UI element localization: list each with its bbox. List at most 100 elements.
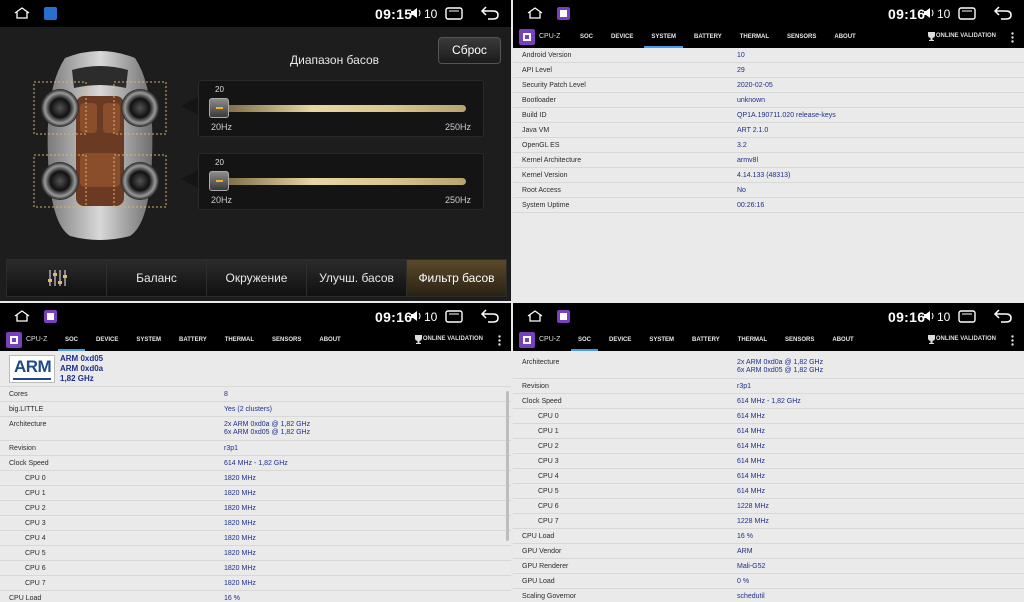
home-icon[interactable]	[527, 310, 543, 322]
info-row: GPU Renderer Mali-G52	[513, 559, 1024, 574]
tab-soc[interactable]: SOC	[569, 330, 600, 351]
soc-info-list: Architecture 2x ARM 0xd0a @ 1,82 GHz 6x A…	[513, 351, 1024, 602]
cpuz-soc-screen: 09:16 10 CPU-Z SOC DEVICE SYSTEM BATTERY…	[0, 303, 511, 602]
tab-surround[interactable]: Окружение	[207, 260, 307, 296]
info-row: System Uptime 00:26:16	[513, 198, 1024, 213]
info-key: big.LITTLE	[9, 406, 44, 413]
info-value: 614 MHz	[737, 443, 766, 450]
info-row: Cores 8	[0, 387, 511, 402]
overflow-menu-icon[interactable]	[1011, 335, 1014, 346]
info-value: 29	[737, 67, 745, 74]
tab-sensors[interactable]: SENSORS	[776, 330, 823, 351]
recent-apps-icon[interactable]	[958, 310, 976, 323]
home-icon[interactable]	[14, 7, 30, 19]
volume-level: 10	[937, 7, 951, 21]
cpuz-header: CPU-Z SOC DEVICE SYSTEM BATTERY THERMAL …	[0, 330, 511, 351]
info-value: 1228 MHz	[737, 503, 769, 510]
home-icon[interactable]	[527, 7, 543, 19]
tab-balance[interactable]: Баланс	[107, 260, 207, 296]
info-key: CPU 4	[25, 535, 46, 542]
tab-system[interactable]: SYSTEM	[127, 330, 170, 351]
tab-system[interactable]: SYSTEM	[640, 330, 683, 351]
tab-thermal[interactable]: THERMAL	[729, 330, 776, 351]
tab-about[interactable]: ABOUT	[823, 330, 862, 351]
cpuz-logo-icon	[519, 29, 535, 45]
trophy-icon	[928, 335, 935, 344]
back-icon[interactable]	[993, 308, 1013, 324]
online-validation-button[interactable]: ONLINE VALIDATION	[936, 33, 996, 39]
status-bar: 09:16 10	[0, 303, 511, 330]
slider-track[interactable]	[211, 105, 466, 112]
info-key: GPU Vendor	[522, 548, 562, 555]
info-value: r3p1	[224, 445, 239, 452]
home-icon[interactable]	[14, 310, 30, 322]
info-key: System Uptime	[522, 202, 570, 209]
online-validation-button[interactable]: ONLINE VALIDATION	[423, 336, 483, 342]
back-icon[interactable]	[480, 5, 500, 21]
overflow-menu-icon[interactable]	[1011, 32, 1014, 43]
scrollbar[interactable]	[506, 391, 509, 541]
tab-battery[interactable]: BATTERY	[683, 330, 729, 351]
info-row: Clock Speed 614 MHz - 1,82 GHz	[513, 394, 1024, 409]
recent-apps-icon[interactable]	[445, 310, 463, 323]
info-value: 1820 MHz	[224, 475, 256, 482]
reset-button[interactable]: Сброс	[438, 37, 501, 64]
slider-value: 20	[215, 85, 224, 94]
info-value: 1820 MHz	[224, 520, 256, 527]
slider-min-label: 20Hz	[211, 195, 233, 205]
back-icon[interactable]	[480, 308, 500, 324]
info-row: CPU 0 1820 MHz	[0, 471, 511, 486]
tab-about[interactable]: ABOUT	[825, 27, 864, 48]
info-value: 1820 MHz	[224, 535, 256, 542]
tab-thermal[interactable]: THERMAL	[216, 330, 263, 351]
info-row: CPU 2 1820 MHz	[0, 501, 511, 516]
tab-bass-filter[interactable]: Фильтр басов	[407, 260, 506, 296]
tab-sensors[interactable]: SENSORS	[778, 27, 825, 48]
tab-device[interactable]: DEVICE	[600, 330, 640, 351]
tab-thermal[interactable]: THERMAL	[731, 27, 778, 48]
recent-apps-icon[interactable]	[445, 7, 463, 20]
tab-device[interactable]: DEVICE	[602, 27, 642, 48]
info-key: Architecture	[9, 421, 47, 428]
tab-soc[interactable]: SOC	[56, 330, 87, 351]
tab-equalizer[interactable]	[7, 260, 107, 296]
info-key: Architecture	[522, 359, 560, 366]
info-row: Revision r3p1	[0, 441, 511, 456]
slider-thumb[interactable]	[209, 98, 229, 118]
slider-max-label: 250Hz	[444, 195, 471, 205]
tab-device[interactable]: DEVICE	[87, 330, 127, 351]
tab-soc[interactable]: SOC	[571, 27, 602, 48]
info-row: Security Patch Level 2020-02-05	[513, 78, 1024, 93]
info-value: QP1A.190711.020 release-keys	[737, 112, 836, 119]
online-validation-button[interactable]: ONLINE VALIDATION	[936, 336, 996, 342]
slider-track[interactable]	[211, 178, 466, 185]
clock: 09:15	[375, 6, 413, 22]
status-bar: 09:15 10	[0, 0, 511, 27]
info-key: CPU 0	[25, 475, 46, 482]
tab-about[interactable]: ABOUT	[310, 330, 349, 351]
info-key: CPU 2	[538, 443, 559, 450]
info-value: Mali-G52	[737, 563, 766, 570]
tab-system[interactable]: SYSTEM	[642, 27, 685, 48]
info-row: Kernel Version 4.14.133 (48313)	[513, 168, 1024, 183]
info-key: Android Version	[522, 52, 572, 59]
info-key: Root Access	[522, 187, 561, 194]
tab-sensors[interactable]: SENSORS	[263, 330, 310, 351]
cpuz-system-screen: 09:16 10 CPU-Z SOC DEVICE SYSTEM BATTERY…	[513, 0, 1024, 301]
info-value: 2x ARM 0xd0a @ 1,82 GHz 6x ARM 0xd05 @ 1…	[224, 421, 311, 436]
recent-apps-icon[interactable]	[958, 7, 976, 20]
info-value: 16 %	[737, 533, 753, 540]
info-value: 614 MHz	[737, 488, 766, 495]
tab-bass-boost[interactable]: Улучш. басов	[307, 260, 407, 296]
tab-battery[interactable]: BATTERY	[170, 330, 216, 351]
info-row: CPU 5 1820 MHz	[0, 546, 511, 561]
info-key: Bootloader	[522, 97, 556, 104]
info-key: CPU 6	[538, 503, 559, 510]
info-row: GPU Vendor ARM	[513, 544, 1024, 559]
info-key: Cores	[9, 391, 28, 398]
status-bar: 09:16 10	[513, 303, 1024, 330]
tab-battery[interactable]: BATTERY	[685, 27, 731, 48]
slider-thumb[interactable]	[209, 171, 229, 191]
overflow-menu-icon[interactable]	[498, 335, 501, 346]
back-icon[interactable]	[993, 5, 1013, 21]
